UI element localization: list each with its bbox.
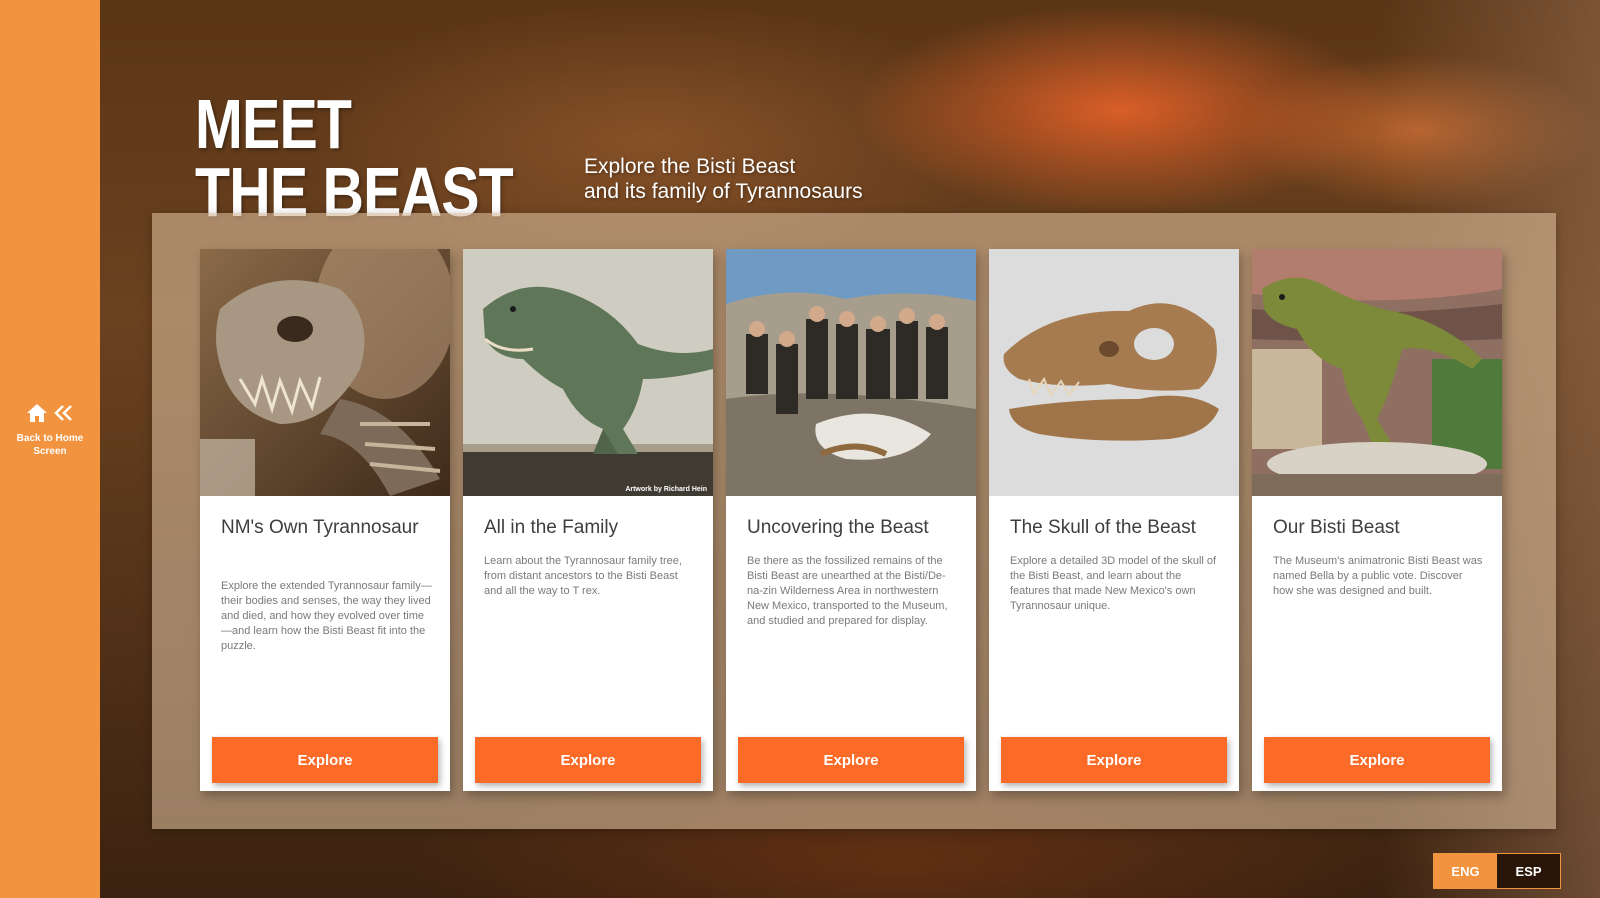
explore-button[interactable]: Explore	[1001, 737, 1227, 783]
trex-artwork-image: Artwork by Richard Hein	[463, 249, 713, 496]
home-icon	[27, 404, 47, 422]
card-all-in-the-family: Artwork by Richard Hein All in the Famil…	[463, 249, 713, 791]
card-title: Our Bisti Beast	[1273, 517, 1400, 538]
explore-button[interactable]: Explore	[475, 737, 701, 783]
animatronic-dinosaur-image	[1252, 249, 1502, 496]
page-title: MEET THE BEAST	[195, 85, 514, 227]
sidebar: Back to Home Screen	[0, 0, 100, 898]
card-our-bisti-beast: Our Bisti Beast The Museum's animatronic…	[1252, 249, 1502, 791]
explore-button[interactable]: Explore	[738, 737, 964, 783]
page-subtitle-line1: Explore the Bisti Beast	[584, 155, 796, 178]
explore-button[interactable]: Explore	[1264, 737, 1490, 783]
card-uncovering-the-beast: Uncovering the Beast Be there as the fos…	[726, 249, 976, 791]
page-title-line1: MEET	[195, 85, 352, 163]
card-description: Learn about the Tyrannosaur family tree,…	[484, 555, 682, 597]
trex-skeleton-image	[200, 249, 450, 496]
language-esp-button[interactable]: ESP	[1497, 854, 1560, 888]
page-subtitle-line2: and its family of Tyrannosaurs	[584, 180, 863, 203]
language-eng-button[interactable]: ENG	[1434, 854, 1497, 888]
card-nm-own-tyrannosaur: NM's Own Tyrannosaur Explore the extende…	[200, 249, 450, 791]
language-toggle: ENG ESP	[1433, 853, 1561, 889]
card-title: The Skull of the Beast	[1010, 517, 1196, 538]
card-description: Explore a detailed 3D model of the skull…	[1010, 555, 1217, 612]
back-to-home-button[interactable]: Back to Home Screen	[0, 398, 100, 470]
explore-button[interactable]: Explore	[212, 737, 438, 783]
card-title: Uncovering the Beast	[747, 517, 929, 538]
card-description: Explore the extended Tyrannosaur family—…	[221, 580, 432, 652]
back-to-home-label: Back to Home Screen	[16, 433, 84, 457]
card-title: NM's Own Tyrannosaur	[221, 517, 419, 538]
double-chevron-left-icon	[54, 405, 72, 421]
card-skull-of-the-beast: The Skull of the Beast Explore a detaile…	[989, 249, 1239, 791]
excavation-team-image	[726, 249, 976, 496]
page-subtitle: Explore the Bisti Beast and its family o…	[584, 154, 863, 204]
card-description: Be there as the fossilized remains of th…	[747, 555, 948, 627]
card-description: The Museum's animatronic Bisti Beast was…	[1273, 555, 1483, 597]
fossil-skull-image	[989, 249, 1239, 496]
image-credit: Artwork by Richard Hein	[625, 486, 707, 493]
card-title: All in the Family	[484, 517, 619, 538]
home-button-icons	[26, 398, 74, 428]
